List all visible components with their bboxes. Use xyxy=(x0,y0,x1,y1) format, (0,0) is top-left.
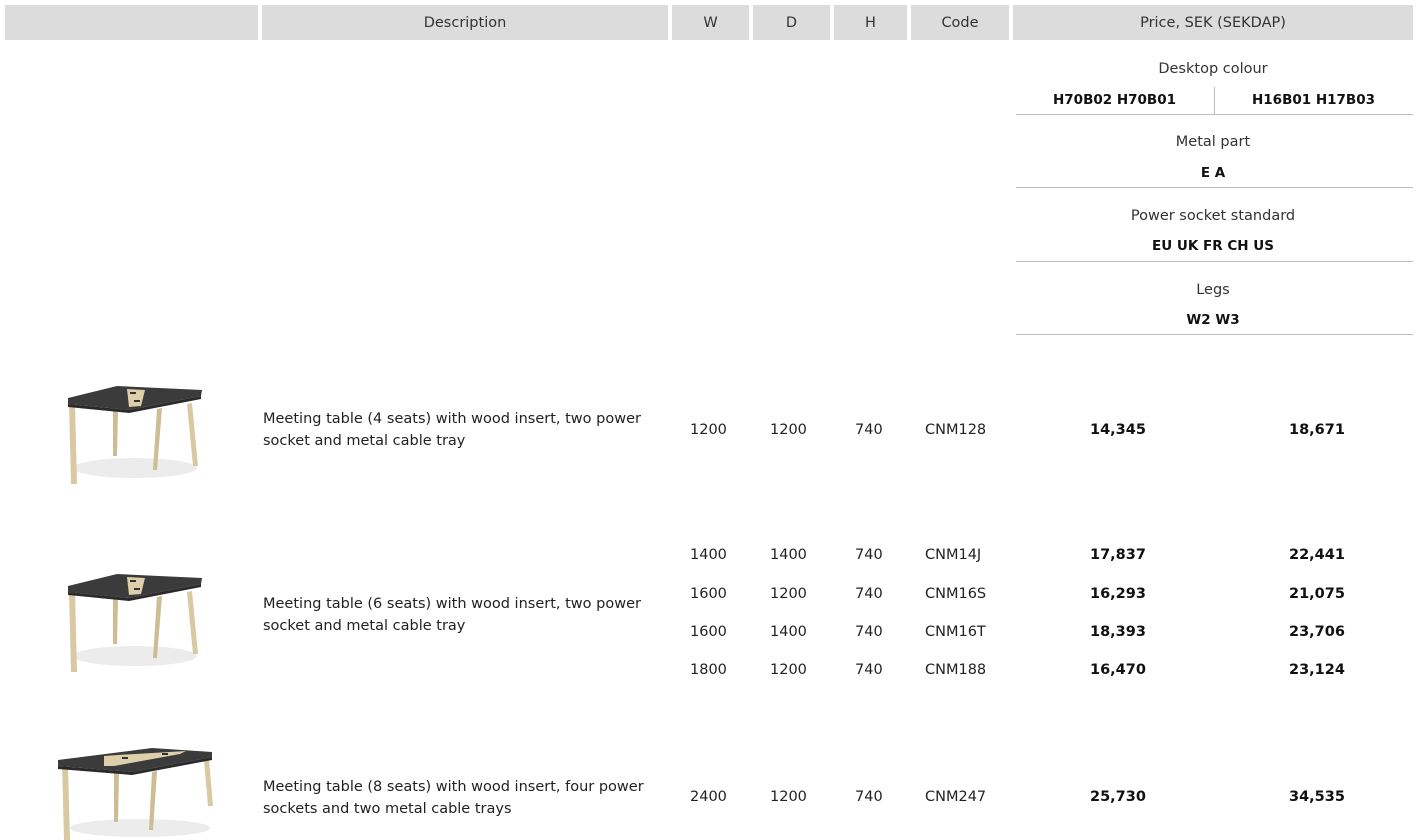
width-value: 2400 xyxy=(690,789,727,805)
price-value: 25,730 xyxy=(1090,789,1146,805)
header-description: Description xyxy=(262,5,668,40)
desktop-colour-label: Desktop colour xyxy=(1158,61,1268,77)
header-code: Code xyxy=(911,5,1009,40)
width-value: 1800 xyxy=(690,662,727,678)
header-h: H xyxy=(834,5,907,40)
metal-part-label: Metal part xyxy=(1175,134,1251,150)
metal-part-value: E A xyxy=(1200,165,1226,181)
power-socket-value: EU UK FR CH US xyxy=(1152,238,1274,254)
product-code: CNM14J xyxy=(925,547,982,563)
product-description: Meeting table (4 seats) with wood insert… xyxy=(263,411,641,449)
price-value: 23,706 xyxy=(1289,624,1345,640)
desktop-colour-rule xyxy=(1016,114,1413,115)
price-value: 17,837 xyxy=(1090,547,1146,563)
product-code: CNM188 xyxy=(925,662,987,678)
width-value: 1200 xyxy=(690,422,727,438)
width-value: 1600 xyxy=(690,624,727,640)
legs-rule xyxy=(1016,334,1413,335)
price-value: 21,075 xyxy=(1289,586,1345,602)
legs-label: Legs xyxy=(1196,282,1230,298)
header-blank xyxy=(5,5,258,40)
width-value: 1600 xyxy=(690,586,727,602)
depth-value: 1200 xyxy=(770,662,807,678)
depth-value: 1400 xyxy=(770,547,807,563)
product-code: CNM16T xyxy=(925,624,986,640)
depth-value: 1200 xyxy=(770,586,807,602)
height-value: 740 xyxy=(855,586,883,602)
power-socket-label: Power socket standard xyxy=(1130,208,1296,224)
price-value: 18,393 xyxy=(1090,624,1146,640)
product-description: Meeting table (8 seats) with wood insert… xyxy=(263,779,644,817)
header-price: Price, SEK (SEKDAP) xyxy=(1013,5,1413,40)
meeting-table-6-seats-image xyxy=(68,574,202,672)
depth-value: 1200 xyxy=(770,422,807,438)
legs-value: W2 W3 xyxy=(1186,312,1240,328)
meeting-table-4-seats-image xyxy=(68,386,202,484)
height-value: 740 xyxy=(855,662,883,678)
price-value: 14,345 xyxy=(1090,422,1146,438)
price-value: 34,535 xyxy=(1289,789,1345,805)
price-value: 18,671 xyxy=(1289,422,1345,438)
header-w: W xyxy=(672,5,749,40)
depth-value: 1400 xyxy=(770,624,807,640)
height-value: 740 xyxy=(855,624,883,640)
power-socket-rule xyxy=(1016,261,1413,262)
height-value: 740 xyxy=(855,547,883,563)
product-code: CNM16S xyxy=(925,586,987,602)
depth-value: 1200 xyxy=(770,789,807,805)
product-code: CNM247 xyxy=(925,789,987,805)
height-value: 740 xyxy=(855,422,883,438)
price-value: 16,293 xyxy=(1090,586,1146,602)
product-description: Meeting table (6 seats) with wood insert… xyxy=(263,596,641,634)
metal-part-rule xyxy=(1016,187,1413,188)
height-value: 740 xyxy=(855,789,883,805)
meeting-table-8-seats-image xyxy=(58,748,213,840)
desktop-colour-option-2: H16B01 H17B03 xyxy=(1251,92,1376,108)
product-code: CNM128 xyxy=(925,422,987,438)
width-value: 1400 xyxy=(690,547,727,563)
price-value: 22,441 xyxy=(1289,547,1345,563)
header-d: D xyxy=(753,5,830,40)
desktop-colour-option-1: H70B02 H70B01 xyxy=(1052,92,1177,108)
price-value: 23,124 xyxy=(1289,662,1345,678)
price-value: 16,470 xyxy=(1090,662,1146,678)
